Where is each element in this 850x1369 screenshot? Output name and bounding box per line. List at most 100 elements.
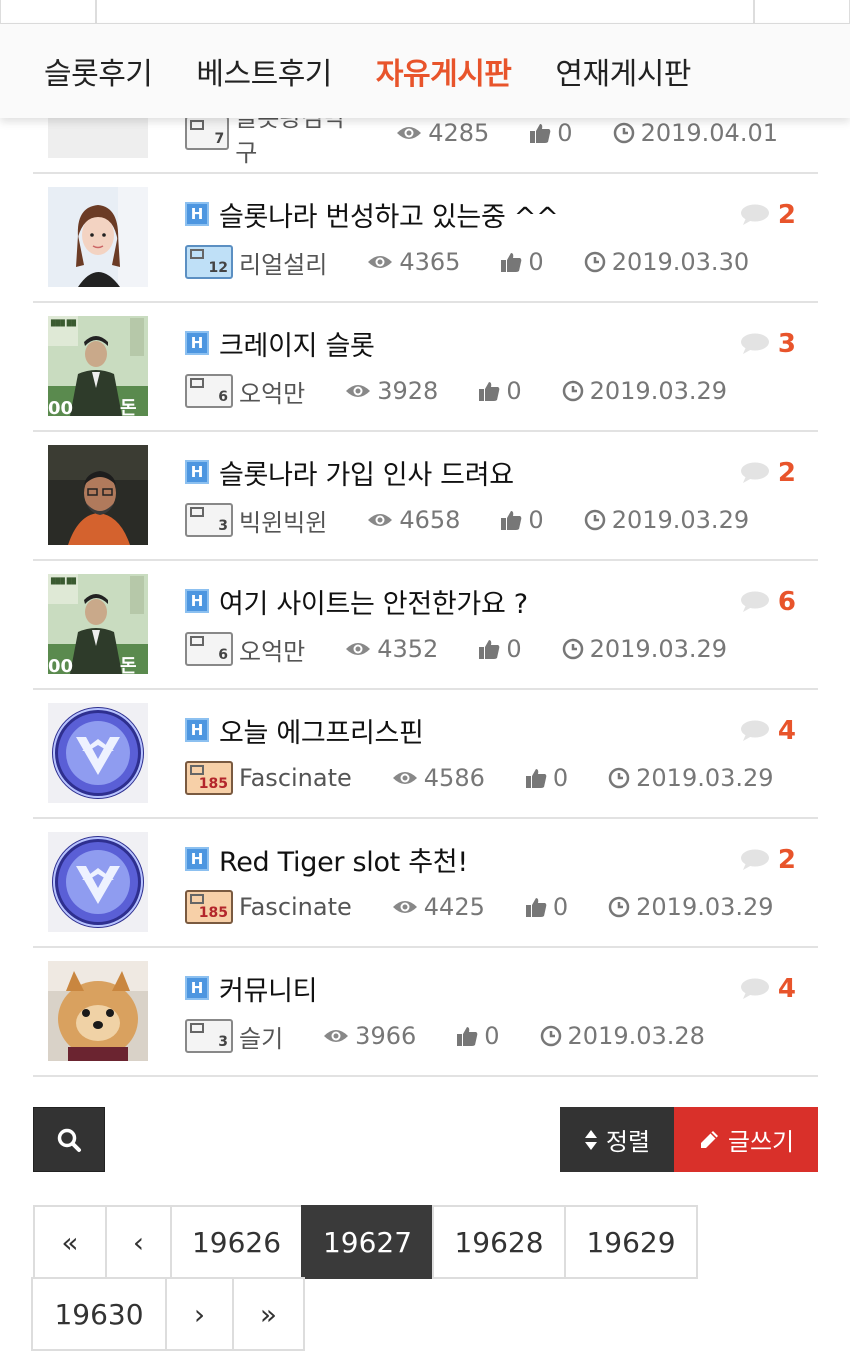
post-author[interactable]: 슬기 [239,1019,283,1054]
post-thumbnail[interactable] [48,961,148,1061]
views-icon [368,514,393,526]
page-last-button[interactable]: » [232,1277,305,1351]
post-meta: 7 슬롯왕김탁구 4285 0 2019.04.01 [185,104,818,167]
post-row[interactable]: H Red Tiger slot 추천! 2 185 Fascinate 4425 0 201… [33,819,818,948]
post-title[interactable]: Red Tiger slot 추천! [219,840,468,879]
post-row[interactable]: H 커뮤니티 4 3 슬기 3966 0 2019.03.28 [33,948,818,1077]
level-number: 3 [218,1034,228,1050]
post-meta: 6 오억만 3928 0 2019.03.29 [185,373,767,409]
post-row[interactable]: ███ ██ 00 돈 H 여기 사이트는 안전한가요 ? 6 6 오억만 4352 0 2019.… [33,561,818,690]
comment-icon [740,462,769,483]
post-title[interactable]: 오늘 에그프리스핀 [219,711,424,750]
post-author[interactable]: 빅윈빅윈 [239,503,327,538]
post-views: 3966 [323,1022,416,1050]
page-number[interactable]: 19630 [31,1277,167,1351]
post-meta: 3 슬기 3966 0 2019.03.28 [185,1018,745,1054]
post-title-line[interactable]: H 커뮤니티 [185,969,317,1008]
nav-item-best-review[interactable]: 베스트후기 [196,49,332,93]
post-date: 2019.03.29 [562,377,727,405]
write-button[interactable]: 글쓰기 [674,1107,818,1172]
svg-text:███ ██: ███ ██ [50,319,76,327]
post-title-line[interactable]: H Red Tiger slot 추천! [185,840,468,879]
post-thumbnail[interactable] [48,703,148,803]
post-thumbnail[interactable] [48,832,148,932]
comment-icon [740,333,769,354]
search-button[interactable] [33,1107,105,1172]
page-number[interactable]: 19628 [432,1205,566,1279]
level-badge-icon: 6 [185,632,233,666]
post-meta: 3 빅윈빅윈 4658 0 2019.03.29 [185,502,789,538]
views-count: 4285 [428,119,490,147]
post-title[interactable]: 크레이지 슬롯 [219,324,375,363]
comment-count-box: 2 [740,458,796,488]
views-count: 4658 [399,506,461,534]
sort-button[interactable]: 정렬 [560,1107,674,1172]
clock-icon [584,251,605,273]
post-likes: 0 [500,248,544,276]
page-number-current[interactable]: 19627 [301,1205,434,1279]
views-count: 3966 [355,1022,417,1050]
post-author[interactable]: Fascinate [239,893,352,921]
page-number[interactable]: 19626 [170,1205,303,1279]
post-row[interactable]: H 슬롯나라 가입 인사 드려요 2 3 빅윈빅윈 4658 0 2019.03.29 [33,432,818,561]
post-thumbnail[interactable]: ███ ██ 00 돈 [48,574,148,674]
post-thumbnail[interactable]: ███ ██ 00 돈 [48,316,148,416]
views-icon [346,385,371,397]
post-views: 4285 [396,119,489,147]
nav-item-free-board[interactable]: 자유게시판 [376,49,512,93]
like-icon [479,640,500,659]
likes-count: 0 [528,248,544,276]
post-meta: 6 오억만 4352 0 2019.03.29 [185,631,767,667]
post-author[interactable]: 리얼설리 [239,245,327,280]
date-text: 2019.04.01 [640,119,778,147]
comment-count-box: 4 [740,716,796,746]
level-badge-icon: 12 [185,245,233,279]
post-thumbnail[interactable] [48,445,148,545]
level-badge-icon: 7 [185,116,230,150]
comment-icon [740,204,769,225]
post-title-line[interactable]: H 오늘 에그프리스핀 [185,711,424,750]
post-row[interactable]: H 오늘 에그프리스핀 4 185 Fascinate 4586 0 2019.03.29 [33,690,818,819]
page-first-button[interactable]: « [33,1205,107,1279]
post-title[interactable]: 슬롯나라 번성하고 있는중 ^^ [219,195,559,234]
post-author[interactable]: 오억만 [239,374,305,409]
comment-count: 4 [777,974,796,1004]
post-likes: 0 [478,377,522,405]
svg-text:███ ██: ███ ██ [50,577,76,585]
post-likes: 0 [525,764,568,792]
nav-item-serial-board[interactable]: 연재게시판 [555,49,691,93]
page-prev-button[interactable]: ‹ [105,1205,172,1279]
post-row[interactable]: ███ ██ 00 돈 H 크레이지 슬롯 3 6 오억만 3928 0 2019.03.29 [33,303,818,432]
nav-item-slot-review[interactable]: 슬롯후기 [44,49,153,93]
post-thumbnail[interactable] [48,187,148,287]
page-number[interactable]: 19629 [564,1205,698,1279]
level-number: 185 [198,776,228,792]
like-icon [525,769,547,788]
clock-icon [562,638,583,660]
post-title[interactable]: 슬롯나라 가입 인사 드려요 [219,453,514,492]
level-number: 7 [214,131,225,147]
like-icon [479,382,500,401]
likes-count: 0 [506,635,522,663]
level-number: 6 [218,647,228,663]
post-list: 7 슬롯왕김탁구 4285 0 2019.04.01 H 슬롯나라 번성하고 있는중 ^^ 2… [33,45,818,1077]
svg-text:00: 00 [48,656,73,674]
post-title-line[interactable]: H 크레이지 슬롯 [185,324,375,363]
views-count: 3928 [377,377,439,405]
post-title-line[interactable]: H 슬롯나라 번성하고 있는중 ^^ [185,195,559,234]
date-text: 2019.03.29 [636,764,774,792]
views-icon [368,256,393,268]
comment-count: 6 [777,587,796,617]
page-next-button[interactable]: › [165,1277,234,1351]
post-title[interactable]: 여기 사이트는 안전한가요 ? [219,582,528,621]
post-title[interactable]: 커뮤니티 [219,969,317,1008]
post-row[interactable]: H 슬롯나라 번성하고 있는중 ^^ 2 12 리얼설리 4365 0 2019.03.30 [33,174,818,303]
post-title-line[interactable]: H 여기 사이트는 안전한가요 ? [185,582,528,621]
sort-icon [584,1129,598,1151]
svg-text:돈: 돈 [120,656,137,674]
post-author[interactable]: Fascinate [239,764,352,792]
comment-count-box: 3 [740,329,796,359]
views-icon [392,901,417,913]
post-title-line[interactable]: H 슬롯나라 가입 인사 드려요 [185,453,514,492]
post-author[interactable]: 오억만 [239,632,305,667]
